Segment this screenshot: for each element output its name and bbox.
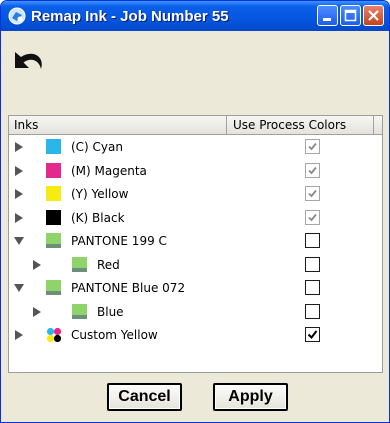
- ink-name-label: (M) Magenta: [71, 163, 147, 178]
- table-row[interactable]: Blue: [9, 300, 382, 324]
- table-row[interactable]: (C) Cyan: [9, 135, 382, 159]
- column-header-use-process-colors[interactable]: Use Process Colors: [227, 116, 374, 134]
- apply-button[interactable]: Apply: [213, 383, 288, 411]
- use-process-colors-checkbox[interactable]: [305, 303, 320, 319]
- ink-name-label: Blue: [97, 304, 124, 319]
- expand-right-icon[interactable]: [14, 165, 24, 176]
- window-title: Remap Ink - Job Number 55: [31, 7, 229, 25]
- button-bar: Cancel Apply: [1, 376, 389, 422]
- table-row[interactable]: (M) Magenta: [9, 159, 382, 183]
- table-row[interactable]: (K) Black: [9, 206, 382, 230]
- inks-table: Inks Use Process Colors (C) Cyan (M) Mage…: [8, 115, 383, 373]
- ink-name-label: Custom Yellow: [71, 328, 158, 342]
- use-process-colors-checkbox[interactable]: [305, 280, 320, 295]
- expand-right-icon[interactable]: [14, 330, 24, 340]
- cancel-button[interactable]: Cancel: [107, 383, 182, 411]
- ink-color-swatch: [46, 186, 61, 201]
- process-color-icon: [46, 327, 61, 342]
- use-process-colors-checkbox[interactable]: [305, 256, 320, 272]
- remap-app-icon: [8, 7, 26, 25]
- spot-color-swatch-icon: [72, 256, 87, 272]
- spot-color-swatch-icon: [72, 303, 87, 319]
- table-rows: (C) Cyan (M) Magenta (Y) Yellow (K) Black PA…: [9, 135, 382, 347]
- ink-color-swatch: [46, 139, 61, 154]
- use-process-colors-checkbox[interactable]: [305, 327, 320, 342]
- table-row[interactable]: PANTONE Blue 072: [9, 276, 382, 300]
- ink-name-label: (Y) Yellow: [71, 187, 129, 201]
- remap-ink-window: Remap Ink - Job Number 55 Inks Use Proce…: [0, 0, 390, 423]
- column-header-inks[interactable]: Inks: [9, 116, 227, 134]
- minimize-icon: [323, 18, 331, 21]
- ink-color-swatch: [46, 209, 61, 225]
- undo-arrow-icon[interactable]: [11, 45, 49, 81]
- spot-color-swatch-icon: [46, 233, 61, 248]
- table-row[interactable]: Red: [9, 253, 382, 277]
- use-process-colors-checkbox[interactable]: [305, 233, 320, 248]
- maximize-icon: [344, 9, 357, 22]
- toolbar: [1, 31, 389, 93]
- close-icon: [368, 10, 379, 21]
- table-row[interactable]: PANTONE 199 C: [9, 229, 382, 253]
- expand-right-icon[interactable]: [14, 189, 24, 199]
- ink-name-label: (K) Black: [71, 210, 125, 225]
- title-bar[interactable]: Remap Ink - Job Number 55: [1, 1, 389, 31]
- table-header: Inks Use Process Colors: [9, 116, 382, 135]
- ink-name-label: Red: [97, 257, 120, 272]
- expand-down-icon[interactable]: [14, 236, 24, 246]
- expand-right-icon[interactable]: [32, 259, 42, 270]
- ink-name-label: PANTONE 199 C: [71, 234, 167, 248]
- spot-color-swatch-icon: [46, 280, 61, 295]
- expand-right-icon[interactable]: [32, 306, 42, 317]
- use-process-colors-checkbox: [305, 186, 320, 201]
- expand-right-icon[interactable]: [14, 142, 24, 152]
- ink-name-label: PANTONE Blue 072: [71, 281, 186, 295]
- ink-color-swatch: [46, 162, 61, 178]
- ink-name-label: (C) Cyan: [71, 140, 123, 154]
- maximize-button[interactable]: [340, 5, 361, 26]
- table-row[interactable]: Custom Yellow: [9, 323, 382, 347]
- table-row[interactable]: (Y) Yellow: [9, 182, 382, 206]
- expand-down-icon[interactable]: [14, 283, 24, 293]
- close-button[interactable]: [363, 5, 384, 26]
- use-process-colors-checkbox: [305, 209, 320, 225]
- use-process-colors-checkbox: [305, 139, 320, 154]
- minimize-button[interactable]: [317, 5, 338, 26]
- use-process-colors-checkbox: [305, 162, 320, 178]
- expand-right-icon[interactable]: [14, 212, 24, 223]
